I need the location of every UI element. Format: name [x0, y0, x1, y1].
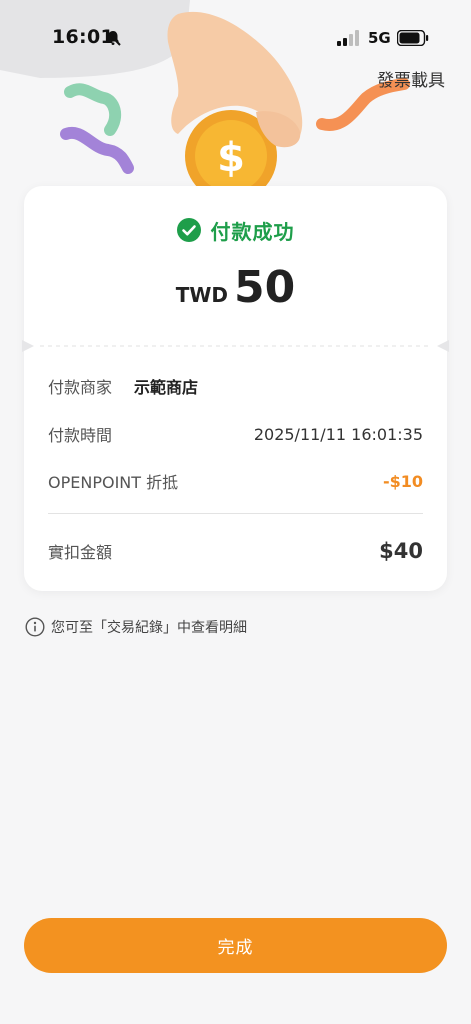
- total-charged-label: 實扣金額: [48, 543, 113, 562]
- total-charged-value: $40: [379, 539, 423, 563]
- note-text: 您可至「交易紀錄」中查看明細: [51, 620, 247, 636]
- check-circle-icon: [176, 218, 201, 242]
- payment-time-row: 付款時間 2025/11/11 16:01:35: [48, 421, 423, 447]
- battery-icon: [397, 30, 429, 46]
- confetti-purple: [60, 126, 134, 174]
- payment-status: 付款成功: [24, 216, 447, 244]
- payment-time-value: 2025/11/11 16:01:35: [253, 424, 423, 444]
- paid-amount: TWD 50: [24, 262, 447, 313]
- currency-code: TWD: [175, 283, 229, 307]
- merchant-value: 示範商店: [134, 378, 199, 397]
- details-divider: [48, 513, 423, 514]
- transaction-record-note: 您可至「交易紀錄」中查看明細: [25, 617, 247, 637]
- status-bar: 16:01 5G: [0, 0, 471, 62]
- payment-result-card: 付款成功 TWD 50 付款商家 示範商店 付款時間 2025/11/11 16…: [22, 186, 449, 591]
- openpoint-discount-label: OPENPOINT 折抵: [48, 473, 179, 492]
- svg-text:$: $: [217, 135, 245, 181]
- amount-value: 50: [234, 262, 296, 313]
- bell-slash-icon: [105, 30, 121, 46]
- payment-result-page: $ 16:01 5G 發票載具 付款成功 TWD 50 付款商家 示範商店 付款…: [0, 0, 471, 1024]
- info-icon: [25, 617, 45, 637]
- payment-time-label: 付款時間: [48, 426, 113, 445]
- openpoint-discount-row: OPENPOINT 折抵 -$10: [48, 468, 423, 494]
- network-type: 5G: [368, 29, 391, 47]
- invoice-carrier-link[interactable]: 發票載具: [377, 66, 445, 91]
- signal-icon: [337, 30, 359, 46]
- total-charged-row: 實扣金額 $40: [48, 538, 423, 564]
- payment-success-text: 付款成功: [210, 219, 295, 244]
- confetti-green: [64, 83, 122, 136]
- merchant-row: 付款商家 示範商店: [48, 373, 423, 399]
- openpoint-discount-value: -$10: [382, 471, 423, 491]
- merchant-label: 付款商家: [48, 378, 113, 397]
- ticket-divider: [22, 338, 449, 354]
- done-button[interactable]: 完成: [24, 918, 447, 973]
